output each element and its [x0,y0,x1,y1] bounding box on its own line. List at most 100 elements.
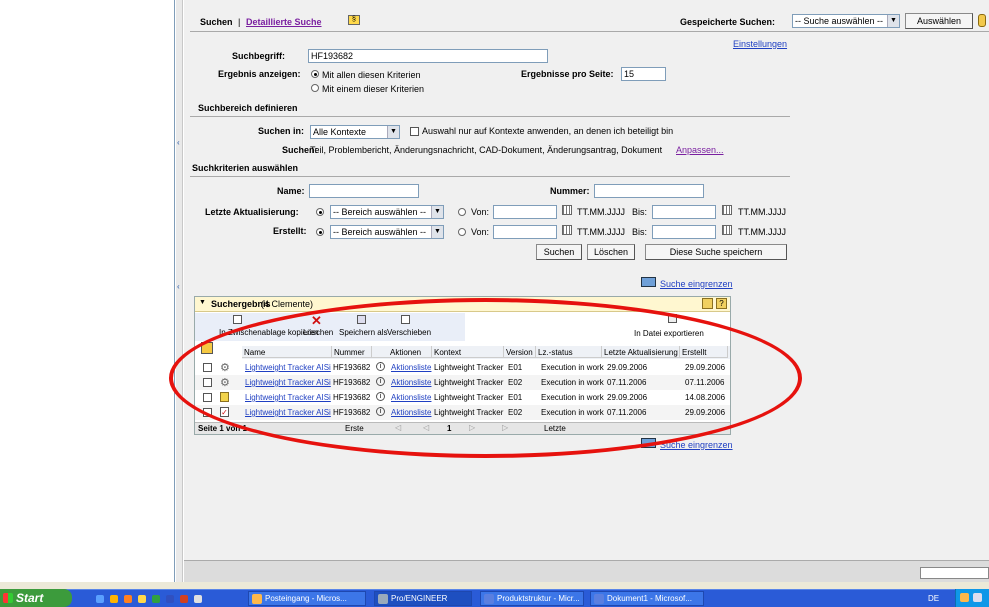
system-tray [955,589,989,607]
collapse-triangle-icon[interactable]: ▼ [199,299,206,306]
chevron-down-icon: ▼ [431,226,443,238]
calendar-icon[interactable] [722,225,732,235]
calendar-icon[interactable] [562,225,572,235]
results-count: (4 Clemente) [261,299,314,309]
quicklaunch-ie-icon[interactable] [96,595,104,603]
bis-input-erstellt[interactable] [652,225,716,239]
quicklaunch-outlook-icon[interactable] [124,595,132,603]
taskbar-item-produktstruktur[interactable]: Produktstruktur - Micr... [480,591,584,606]
loeschen-button[interactable]: Löschen [587,244,635,260]
tray-network-icon[interactable] [973,593,982,602]
language-indicator[interactable]: DE [928,594,939,603]
status-field [920,567,989,579]
collapse-arrow-icon[interactable]: ‹ [177,282,180,291]
suchbegriff-label: Suchbegriff: [232,51,285,61]
saved-search-db-icon[interactable] [978,14,986,27]
tray-app-icon[interactable] [960,593,969,602]
name-input[interactable] [309,184,419,198]
von-input-aktualisierung[interactable] [493,205,557,219]
section-divider [190,176,790,177]
quicklaunch-misc-icon[interactable] [194,595,202,603]
suche-eingrenzen-link[interactable]: Suche eingrenzen [660,279,733,289]
nummer-input[interactable] [594,184,704,198]
calendar-icon[interactable] [562,205,572,215]
von-label: Von: [471,207,490,217]
radio-all-criteria[interactable] [311,70,319,78]
quicklaunch-browser-icon[interactable] [110,595,118,603]
nummer-label: Nummer: [550,186,590,196]
status-strip [184,560,989,582]
left-navigation-pane [0,0,175,582]
taskbar-item-posteingang[interactable]: Posteingang - Micros... [248,591,366,606]
saved-searches-label: Gespeicherte Suchen: [680,17,776,27]
date-format-hint: TT.MM.JJJJ [577,207,625,217]
section-suchkriterien: Suchkriterien auswählen [192,163,299,173]
outlook-icon [252,594,262,604]
window-bottom-edge [0,582,989,589]
proengineer-icon [378,594,388,604]
suchbegriff-input[interactable]: HF193682 [308,49,548,63]
pro-seite-label: Ergebnisse pro Seite: [521,69,614,79]
ergebnis-label: Ergebnis anzeigen: [218,69,301,79]
word-doc-icon [484,594,494,604]
radio-all-label: Mit allen diesen Kriterien [322,70,421,80]
suchen-in-select[interactable]: Alle Kontexte ▼ [310,125,400,139]
date-format-hint: TT.MM.JJJJ [738,227,786,237]
chevron-down-icon: ▼ [431,206,443,218]
collapse-arrow-icon[interactable]: ‹ [177,138,180,147]
windows-logo-icon [3,593,13,603]
radio-bereich-aktualisierung[interactable] [316,208,324,216]
quicklaunch-folder-icon[interactable] [138,595,146,603]
quicklaunch-word-icon[interactable] [166,595,174,603]
auswaehlen-button[interactable]: Auswählen [905,13,973,29]
erstellt-label: Erstellt: [273,226,307,236]
bis-label: Bis: [632,207,648,217]
radio-von-erstellt[interactable] [458,228,466,236]
taskbar-item-proengineer[interactable]: Pro/ENGINEER [374,591,472,606]
saved-searches-select[interactable]: -- Suche auswählen -- ▼ [792,14,900,28]
einstellungen-link[interactable]: Einstellungen [733,39,787,49]
tab-detaillierte-suche[interactable]: Detaillierte Suche [246,17,322,27]
table-view-icon[interactable] [702,298,713,309]
bis-label: Bis: [632,227,648,237]
taskbar-item-dokument1[interactable]: Dokument1 - Microsof... [590,591,704,606]
nur-kontexte-label: Auswahl nur auf Kontexte anwenden, an de… [422,126,674,136]
quicklaunch-ppt-icon[interactable] [180,595,188,603]
nur-kontexte-checkbox[interactable] [410,127,419,136]
suchen-typen-value: Teil, Problembericht, Änderungsnachricht… [310,145,663,155]
von-input-erstellt[interactable] [493,225,557,239]
date-format-hint: TT.MM.JJJJ [738,207,786,217]
bis-input-aktualisierung[interactable] [652,205,716,219]
help-icon[interactable]: ? [716,298,727,309]
refine-search-icon[interactable] [641,277,656,287]
calendar-icon[interactable] [722,205,732,215]
help-book-icon[interactable]: § [348,15,360,25]
bereich-select-erstellt[interactable]: -- Bereich auswählen -- ▼ [330,225,444,239]
start-button[interactable]: Start [0,589,72,607]
radio-one-criteria[interactable] [311,84,319,92]
header-divider [190,31,989,32]
chevron-down-icon: ▼ [387,126,399,138]
bereich-select-aktualisierung[interactable]: -- Bereich auswählen -- ▼ [330,205,444,219]
anpassen-link[interactable]: Anpassen... [676,145,724,155]
word-doc-icon [594,594,604,604]
pro-seite-input[interactable]: 15 [621,67,666,81]
annotation-ellipse [169,298,802,458]
suchen-in-label: Suchen in: [258,126,305,136]
radio-bereich-erstellt[interactable] [316,228,324,236]
main-content [184,0,989,582]
section-divider [190,116,790,117]
radio-one-label: Mit einem dieser Kriterien [322,84,425,94]
letzte-aktualisierung-label: Letzte Aktualisierung: [205,207,299,217]
suchen-button[interactable]: Suchen [536,244,582,260]
suche-speichern-button[interactable]: Diese Suche speichern [645,244,787,260]
section-suchbereich: Suchbereich definieren [198,103,298,113]
pane-splitter[interactable]: ‹ ‹ [176,0,183,582]
tab-separator: | [238,17,241,27]
chevron-down-icon: ▼ [887,15,899,27]
name-label: Name: [277,186,305,196]
copy-clipboard-icon[interactable] [233,315,242,324]
radio-von-aktualisierung[interactable] [458,208,466,216]
tab-suchen[interactable]: Suchen [200,17,233,27]
quicklaunch-excel-icon[interactable] [152,595,160,603]
